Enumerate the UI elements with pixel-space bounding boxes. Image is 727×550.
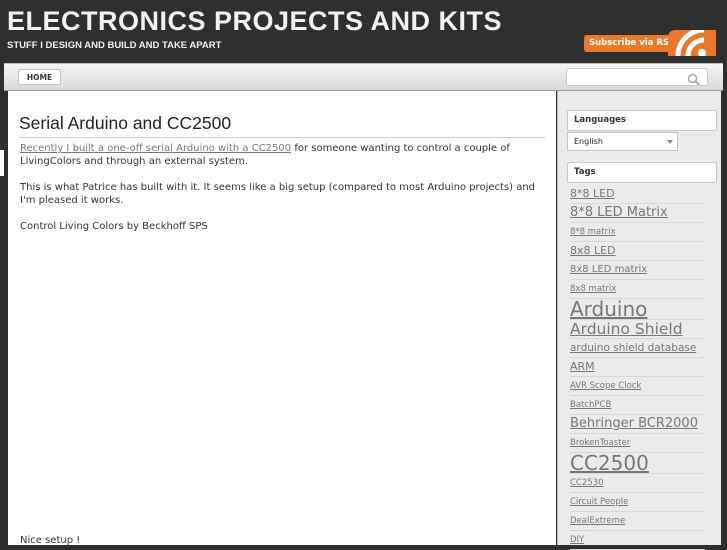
post-paragraph-4: Nice setup ! [20,535,81,546]
chevron-down-icon [667,140,673,144]
post-title[interactable]: Serial Arduino and CC2500 [19,113,231,134]
tag-link[interactable]: arduino shield database [570,339,705,358]
tags-widget-title: Tags [567,162,717,183]
cc2500-build-link[interactable]: Recently I built a one-off serial Arduin… [20,143,291,154]
post-content: Serial Arduino and CC2500 Recently I bui… [8,91,556,546]
title-divider [19,137,545,138]
rss-icon[interactable] [668,30,716,56]
post-paragraph-2: This is what Patrice has built with it. … [20,182,536,206]
tag-link[interactable]: Circuit People [570,493,705,512]
tag-link[interactable]: BatchPCB [570,396,705,415]
site-title[interactable]: ELECTRONICS PROJECTS AND KITS [7,6,502,37]
tag-link[interactable]: ARM [570,358,705,377]
search-icon[interactable] [687,71,701,86]
tag-link[interactable]: DealExtreme [570,512,705,531]
tag-link[interactable]: AVR Scope Clock [570,377,705,396]
tag-link[interactable]: 8x8 LED [570,242,705,261]
post-paragraph-1: Recently I built a one-off serial Arduin… [20,142,540,168]
tag-link[interactable]: Arduino [570,299,705,320]
tag-link[interactable]: CC2530 [570,474,705,493]
home-button[interactable]: HOME [18,69,61,85]
language-select[interactable]: English [567,132,678,151]
tag-cloud: 8*8 LED 8*8 LED Matrix 8*8 matrix 8x8 LED 8x… [570,185,705,550]
tag-link[interactable]: Behringer BCR2000 [570,415,705,434]
right-border [721,91,727,545]
language-selected: English [574,137,603,146]
tag-link[interactable]: Arduino Shield [570,320,705,339]
post-paragraph-3: Control Living Colors by Beckhoff SPS [20,221,208,232]
tag-link[interactable]: CC2500 [570,453,705,474]
tag-link[interactable]: 8*8 LED Matrix [570,204,705,223]
tag-link[interactable]: 8*8 LED [570,185,705,204]
tag-link[interactable]: 8x8 LED matrix [570,261,705,280]
tag-link[interactable]: DIY [570,531,705,550]
site-header: ELECTRONICS PROJECTS AND KITS STUFF I DE… [0,0,727,64]
nav-bar: HOME [4,63,723,91]
site-tagline: STUFF I DESIGN AND BUILD AND TAKE APART [7,40,222,51]
sidebar: Languages English Tags 8*8 LED 8*8 LED Ma… [557,91,721,550]
languages-widget-title: Languages [567,110,717,131]
tag-link[interactable]: 8*8 matrix [570,223,705,242]
left-edge-mark [0,150,4,176]
search-input[interactable] [566,68,708,86]
